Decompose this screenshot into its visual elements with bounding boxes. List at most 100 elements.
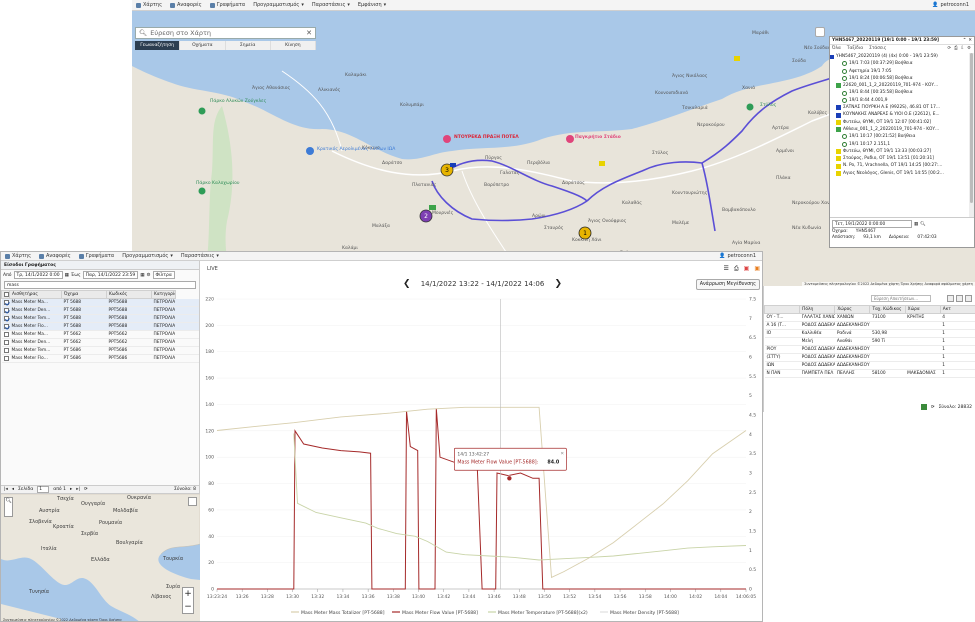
user-menu[interactable]: 👤 petroconn1 <box>715 253 762 259</box>
menu-charts[interactable]: Γραφήματα <box>206 2 250 8</box>
tab-movement[interactable]: Κίνηση <box>270 41 316 50</box>
next-range-button[interactable]: ❯ <box>555 279 563 289</box>
trip-tree-row[interactable]: ΚΟΥΝΑΚΗΣ ΑΝΔΡΕΑΣ & ΥΙΟΙ Ο.Ε (22612), Ε..… <box>830 111 968 118</box>
table-row[interactable]: Ν ΠΑΝ ΠΑΜΠΕΤΑ ΠΕΛ ΠΕΛΛΗΣ 58100 ΜΑΚΕΔΟΝΙΑΣ 1 <box>764 369 975 378</box>
row-checkbox[interactable] <box>1 346 10 355</box>
column-header[interactable]: Χώρος <box>834 305 871 314</box>
filter-trips[interactable]: Ταξίδια <box>847 45 863 52</box>
list-view-icon[interactable] <box>956 295 963 302</box>
line-chart[interactable]: 0 20 40 60 80 100 120 140 160 180 200 220 0 0.5 1 1.5 2 2… <box>201 291 763 621</box>
select-all-checkbox[interactable] <box>1 290 10 299</box>
sensor-filter-input[interactable]: mass <box>4 281 196 289</box>
table-row[interactable]: Mass Meter Den...ΡΤ 5662ΡΡΤ5662ΠΕΤΡΟΛΙΑΣ… <box>1 338 199 347</box>
prev-range-button[interactable]: ❮ <box>403 279 411 289</box>
trip-tree-row[interactable]: 19/1 8:24 [00:06:58] Βοήθεια <box>830 75 968 82</box>
filter-all[interactable]: Όλα <box>832 45 841 52</box>
search-icon[interactable]: 🔍︎ <box>5 498 11 504</box>
close-icon[interactable]: ✕ <box>968 37 974 44</box>
next-page-icon[interactable]: ▸ <box>70 487 72 492</box>
airport-pin-icon[interactable] <box>306 147 314 155</box>
highlight-point[interactable] <box>506 475 513 482</box>
settings-icon[interactable]: ⚙ <box>146 273 150 278</box>
map-tools[interactable]: 🔍︎ <box>4 497 13 517</box>
table-row[interactable]: Mass Meter Tem...ΡΤ 5688ΡΡΤ5688ΠΕΤΡΟΛΙΑΣ… <box>1 314 199 323</box>
settings-icon[interactable] <box>965 295 972 302</box>
layers-button[interactable] <box>815 27 825 37</box>
trip-tree-row[interactable]: 19/1 10:17 2.151,1 <box>830 141 968 148</box>
search-icon[interactable]: 🔍︎ <box>920 222 925 227</box>
legend-item[interactable]: Mass Meter Density [PT-5688] <box>610 610 679 616</box>
tab-geosearch[interactable]: Γεωαναζήτηση <box>135 41 181 50</box>
legend-item[interactable]: Mass Meter Flow Value [PT-5688] <box>402 610 478 616</box>
close-icon[interactable]: ✕ <box>306 29 315 37</box>
menu-map[interactable]: Χάρτης <box>132 2 166 8</box>
column-header[interactable]: Πόλη <box>799 305 836 314</box>
column-header-vehicle[interactable]: Όχημα <box>61 290 107 299</box>
row-checkbox[interactable] <box>1 298 10 307</box>
table-row[interactable]: Μελή Αναθάι 590 Ti 1 <box>764 337 975 346</box>
flag-icon[interactable] <box>599 161 605 166</box>
table-row[interactable]: (ΣΤΤΥ) ΡΟΔΟΣ ΔΩΔΕΚΑ ΔΩΔΕΚΑΝΗΣΟΥ 1 <box>764 353 975 362</box>
column-header[interactable]: Ταχ. Κώδικας <box>869 305 906 314</box>
tab-vehicles[interactable]: Οχήματα <box>180 41 226 50</box>
layers-button[interactable] <box>188 497 197 506</box>
trip-tree-row[interactable]: Φυτεύω, ΘΥΜΙ, ΟΤ 19/1 13:33 [00:03:27] <box>830 148 968 155</box>
print-icon[interactable]: ⎙ <box>954 45 957 52</box>
menu-scheduling[interactable]: Προγραμματισμός ▾ <box>118 253 177 259</box>
trip-tree-row[interactable]: Ν. Ρο, 71, Vrachnella, ΟΤ 19/1 14:25 [00… <box>830 162 968 169</box>
last-page-icon[interactable]: ▸| <box>76 487 80 492</box>
poi-pin-icon[interactable] <box>566 135 574 143</box>
column-header-code[interactable]: Κωδικός <box>106 290 152 299</box>
row-checkbox[interactable] <box>1 354 10 363</box>
flag-icon[interactable] <box>450 163 456 167</box>
park-pin-icon[interactable] <box>746 103 754 111</box>
grid-view-icon[interactable] <box>947 295 954 302</box>
row-checkbox[interactable] <box>1 330 10 339</box>
collapse-icon[interactable]: ⌃ <box>961 37 969 44</box>
row-checkbox[interactable] <box>1 338 10 347</box>
calendar-icon[interactable]: ▦ <box>140 273 144 278</box>
trip-tree-row[interactable]: ΥΗΝ5467_20220119 (4) (4x) 0:00 - 19/1 23… <box>830 53 968 60</box>
page-input[interactable]: 1 <box>37 486 50 493</box>
export-icon[interactable]: ▣ <box>754 265 760 273</box>
row-checkbox[interactable] <box>1 306 10 315</box>
close-icon[interactable]: × <box>560 450 564 456</box>
trip-tree-row[interactable]: Σταύρος, Ραδιο, ΟΤ 19/1 13:51 [01:20:31] <box>830 155 968 162</box>
column-header[interactable] <box>764 305 801 314</box>
from-date-field[interactable]: Τρ, 14/1/2022 0:00 <box>13 271 63 279</box>
calendar-icon[interactable]: ▦ <box>914 222 918 227</box>
tab-points[interactable]: Σημεία <box>225 41 271 50</box>
table-row[interactable]: Α 16 (Τ... ΡΟΔΟΣ ΔΩΔΕΚΑ ΔΩΔΕΚΑΝΗΣΟΥ 1 <box>764 321 975 330</box>
flag-icon[interactable] <box>734 56 740 61</box>
table-row[interactable]: Mass Meter Ma...ΡΤ 5662ΡΡΤ5662ΠΕΤΡΟΛΙΑΣ … <box>1 330 199 339</box>
refresh-icon[interactable]: ⟳ <box>931 405 935 410</box>
export-icon[interactable]: ⇩ <box>961 45 965 52</box>
table-row[interactable]: Mass Meter Flo...ΡΤ 5688ΡΡΤ5688ΠΕΤΡΟΛΙΑΣ… <box>1 322 199 331</box>
excel-icon[interactable] <box>920 404 927 410</box>
table-row[interactable]: ΙΟ Καλλιθέα Ραδινά 530,98 1 <box>764 329 975 338</box>
menu-map[interactable]: Χάρτης <box>1 253 35 259</box>
table-row[interactable]: ΡΙΟΥ ΡΟΔΟΣ ΔΩΔΕΚΑ ΔΩΔΕΚΑΝΗΣΟΥ 1 <box>764 345 975 354</box>
to-date-field[interactable]: Παρ, 14/1/2022 23:59 <box>82 271 139 279</box>
table-row[interactable]: Mass Meter Ma...ΡΤ 5688ΡΡΤ5688ΠΕΤΡΟΛΙΑΣ … <box>1 298 199 307</box>
overview-map[interactable]: Τσεχία Αυστρία Ουγγαρία Μολδαβία Ουκρανί… <box>1 494 200 621</box>
column-header-sensor[interactable]: Αισθητήρας <box>9 290 62 299</box>
refresh-icon[interactable]: ⟳ <box>84 487 88 492</box>
column-header[interactable]: Χώρα <box>904 305 941 314</box>
row-checkbox[interactable] <box>1 314 10 323</box>
menu-scheduling[interactable]: Προγραμματισμός ▾ <box>249 2 308 8</box>
trip-tree-row[interactable]: Αφετηρία 19/1 7:05 <box>830 68 968 75</box>
scrollbar[interactable] <box>969 53 974 217</box>
trip-tree-row[interactable]: Αγιος Νεολόγος, Glenis, ΟΤ 19/1 14:55 [0… <box>830 170 968 177</box>
prev-page-icon[interactable]: ◂ <box>12 487 14 492</box>
row-checkbox[interactable] <box>1 322 10 331</box>
table-row[interactable]: Mass Meter Tem...ΡΤ 5686ΡΡΤ5686ΠΕΤΡΟΛΙΑΣ… <box>1 346 199 355</box>
trip-tree-row[interactable]: ΣΑΤΝΑΣ ΓΙΟΥΡΚΗ Α.Ε (9922S), 46.81 ΟΤ 17.… <box>830 104 968 111</box>
trip-tree-row[interactable]: 19/1 8:44 [00:35:58] Βοήθεια <box>830 89 968 96</box>
trip-tree-row[interactable]: 19/1 8:44 4.001,9 <box>830 97 968 104</box>
column-header-category[interactable]: Κατηγορία <box>151 290 176 299</box>
trip-tree-row[interactable]: 19/1 10:17 [00:21:52] Βοήθεια <box>830 133 968 140</box>
refresh-icon[interactable]: ⟳ <box>947 45 951 52</box>
park-pin-icon[interactable] <box>198 187 206 195</box>
map-search-field[interactable]: 🔍︎ Εύρεση στο Χάρτη ✕ <box>135 27 316 39</box>
